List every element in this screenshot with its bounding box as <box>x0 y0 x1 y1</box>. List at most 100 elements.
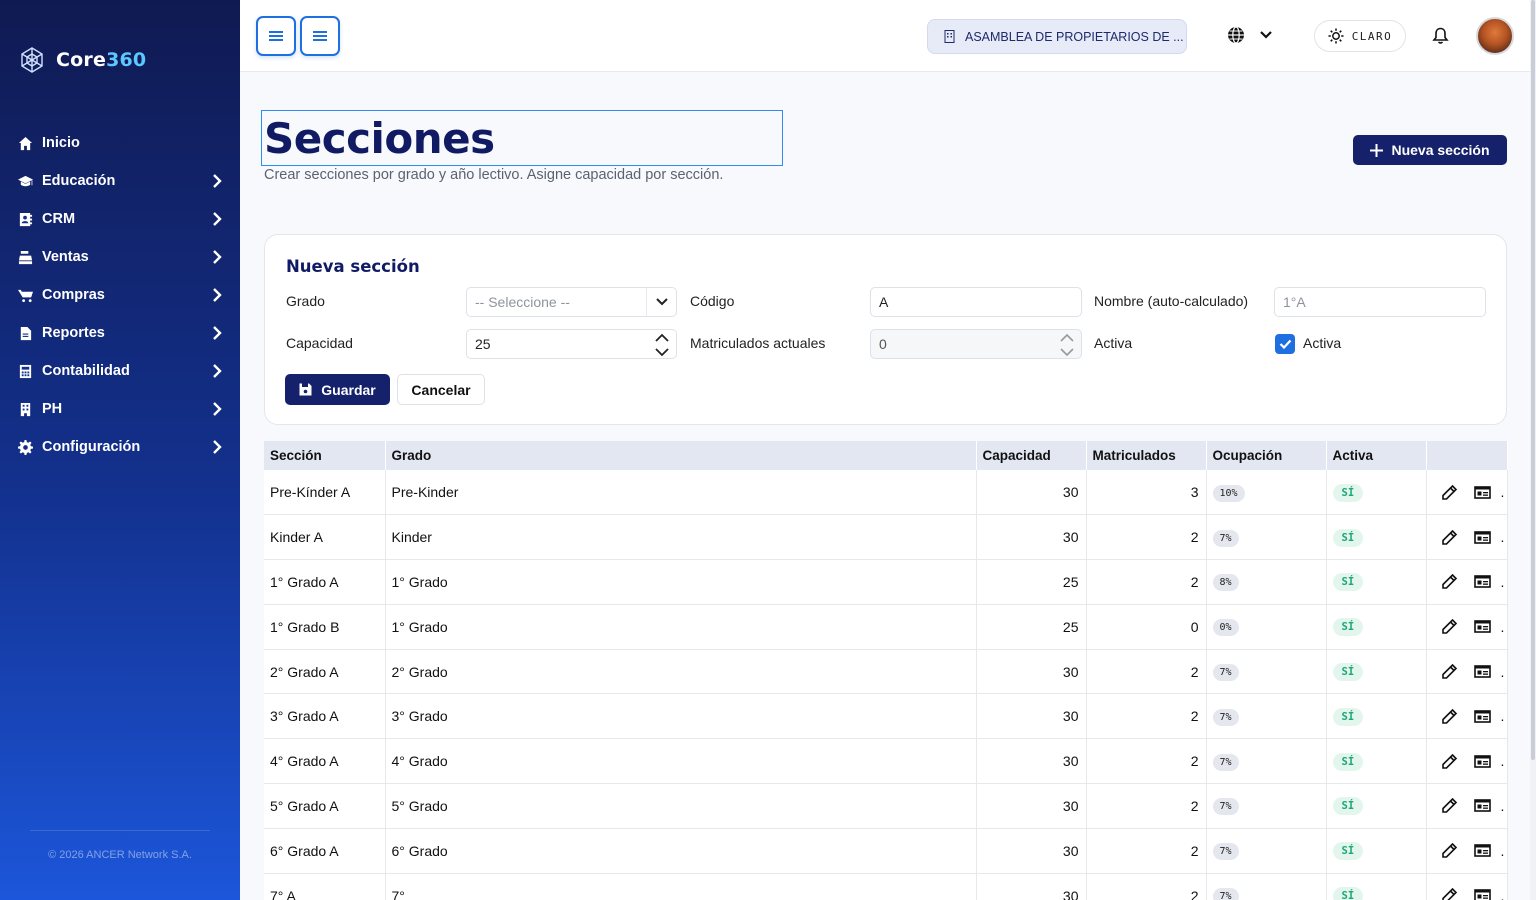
more-indicator[interactable]: . <box>1501 843 1505 859</box>
cell-capacidad: 25 <box>976 559 1087 605</box>
chevron-right-icon <box>212 402 222 416</box>
edit-pencil-icon[interactable] <box>1441 663 1458 680</box>
edit-pencil-icon[interactable] <box>1441 797 1458 814</box>
organization-selector[interactable]: ASAMBLEA DE PROPIETARIOS DE ... <box>927 19 1187 54</box>
avatar[interactable] <box>1476 17 1514 55</box>
cell-matriculados: 2 <box>1086 783 1207 829</box>
chevron-down-icon <box>646 288 676 316</box>
more-indicator[interactable]: . <box>1501 753 1505 769</box>
cell-matriculados: 0 <box>1086 604 1207 650</box>
id-card-icon[interactable] <box>1473 708 1491 725</box>
globe-icon <box>1228 26 1244 44</box>
building-icon <box>18 402 33 417</box>
edit-pencil-icon[interactable] <box>1441 484 1458 501</box>
column-header-grado[interactable]: Grado <box>385 441 977 470</box>
codigo-input[interactable]: A <box>870 287 1082 317</box>
notifications-button[interactable] <box>1432 27 1449 50</box>
grado-select[interactable]: -- Seleccione -- <box>466 287 677 317</box>
cell-seccion: 5° Grado A <box>264 783 386 829</box>
cell-grado: 7° <box>385 873 977 900</box>
more-indicator[interactable]: . <box>1501 664 1505 680</box>
cell-activa: SÍ <box>1326 738 1427 785</box>
more-indicator[interactable]: . <box>1501 708 1505 724</box>
table-row: 2° Grado A 2° Grado 30 2 7% SÍ . <box>264 649 1508 695</box>
page-scrollbar[interactable] <box>1530 0 1536 900</box>
id-card-icon[interactable] <box>1473 529 1491 546</box>
more-indicator[interactable]: . <box>1501 619 1505 635</box>
id-card-icon[interactable] <box>1473 887 1491 900</box>
sidebar-item-ph[interactable]: PH <box>0 390 240 428</box>
sidebar-item-label: Configuración <box>42 439 141 455</box>
edit-pencil-icon[interactable] <box>1441 618 1458 635</box>
edit-pencil-icon[interactable] <box>1441 753 1458 770</box>
more-indicator[interactable]: . <box>1501 484 1505 500</box>
id-card-icon[interactable] <box>1473 484 1491 501</box>
status-badge: SÍ <box>1332 573 1364 592</box>
form-title: Nueva sección <box>286 257 420 276</box>
cell-seccion: Kinder A <box>264 514 386 561</box>
sidebar-item-contabilidad[interactable]: Contabilidad <box>0 352 240 390</box>
cancel-button[interactable]: Cancelar <box>397 374 485 405</box>
cell-matriculados: 2 <box>1086 649 1207 695</box>
sidebar-item-reportes[interactable]: Reportes <box>0 314 240 352</box>
nombre-input[interactable]: 1°A <box>1274 287 1486 317</box>
cell-matriculados: 2 <box>1086 514 1207 561</box>
column-header-seccion[interactable]: Sección <box>264 441 386 470</box>
theme-toggle[interactable]: CLARO <box>1314 20 1406 52</box>
status-badge: SÍ <box>1332 528 1364 547</box>
id-card-icon[interactable] <box>1473 573 1491 590</box>
stepper-icon[interactable] <box>1057 332 1077 358</box>
column-header-activa[interactable]: Activa <box>1326 441 1427 470</box>
more-indicator[interactable]: . <box>1501 888 1505 900</box>
id-card-icon[interactable] <box>1473 842 1491 859</box>
sidebar-divider <box>30 830 210 831</box>
menu-button[interactable] <box>300 16 340 56</box>
cell-seccion: 1° Grado A <box>264 559 386 605</box>
more-indicator[interactable]: . <box>1501 574 1505 590</box>
edit-pencil-icon[interactable] <box>1441 842 1458 859</box>
file-icon <box>18 326 33 341</box>
sidebar-item-label: CRM <box>42 211 76 227</box>
id-card-icon[interactable] <box>1473 797 1491 814</box>
language-selector[interactable] <box>1227 26 1273 44</box>
grado-label: Grado <box>286 293 325 309</box>
home-icon <box>18 136 33 151</box>
id-card-icon[interactable] <box>1473 663 1491 680</box>
cell-actions: . <box>1426 649 1508 695</box>
floppy-disk-icon <box>299 383 312 396</box>
matriculados-input[interactable]: 0 <box>870 329 1082 359</box>
id-card-icon[interactable] <box>1473 753 1491 770</box>
edit-pencil-icon[interactable] <box>1441 708 1458 725</box>
cell-ocupacion: 7% <box>1206 693 1327 740</box>
cell-grado: Kinder <box>385 514 977 561</box>
sidebar-item-ventas[interactable]: Ventas <box>0 238 240 276</box>
id-card-icon[interactable] <box>1473 618 1491 635</box>
more-indicator[interactable]: . <box>1501 529 1505 545</box>
sidebar-item-inicio[interactable]: Inicio <box>0 124 240 162</box>
sidebar-item-educacion[interactable]: Educación <box>0 162 240 200</box>
column-header-capacidad[interactable]: Capacidad <box>976 441 1087 470</box>
save-button[interactable]: Guardar <box>285 374 390 405</box>
edit-pencil-icon[interactable] <box>1441 529 1458 546</box>
sidebar-item-configuracion[interactable]: Configuración <box>0 428 240 466</box>
cell-grado: 2° Grado <box>385 649 977 695</box>
matriculados-input-value: 0 <box>879 336 887 352</box>
scrollbar-thumb[interactable] <box>1531 0 1535 760</box>
stepper-icon[interactable] <box>652 332 672 358</box>
sidebar-item-label: Reportes <box>42 325 105 341</box>
new-section-button[interactable]: Nueva sección <box>1353 135 1507 165</box>
capacidad-input[interactable]: 25 <box>466 329 677 359</box>
more-indicator[interactable]: . <box>1501 798 1505 814</box>
sidebar-toggle-button[interactable] <box>256 16 296 56</box>
sidebar-item-crm[interactable]: CRM <box>0 200 240 238</box>
edit-pencil-icon[interactable] <box>1441 573 1458 590</box>
activa-checkbox[interactable] <box>1275 334 1295 354</box>
brand[interactable]: Core360 <box>18 46 146 74</box>
edit-pencil-icon[interactable] <box>1441 887 1458 900</box>
column-header-matriculados[interactable]: Matriculados <box>1086 441 1207 470</box>
chevron-right-icon <box>212 364 222 378</box>
table-row: 3° Grado A 3° Grado 30 2 7% SÍ . <box>264 693 1508 740</box>
table-header-row: Sección Grado Capacidad Matriculados Ocu… <box>264 441 1508 470</box>
column-header-ocupacion[interactable]: Ocupación <box>1206 441 1327 470</box>
sidebar-item-compras[interactable]: Compras <box>0 276 240 314</box>
